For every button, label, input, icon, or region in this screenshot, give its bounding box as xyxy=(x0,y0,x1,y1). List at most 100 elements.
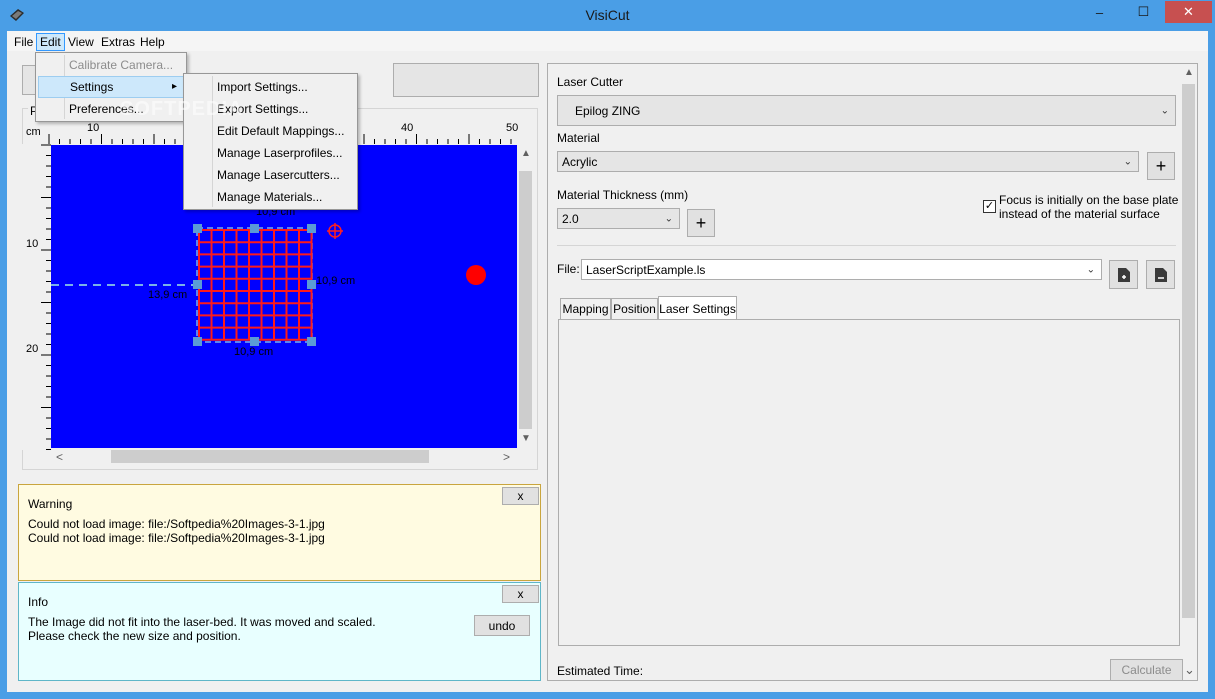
ruler-top-label: 50 xyxy=(506,122,519,134)
preview-vertical-scrollbar[interactable]: ▲ ▼ xyxy=(517,145,534,448)
menu-bar: File Edit View Extras Help xyxy=(7,31,1208,51)
file-label: File: xyxy=(557,262,580,276)
resize-handle-s[interactable] xyxy=(250,337,259,346)
calculate-button[interactable]: Calculate xyxy=(1110,659,1183,681)
ruler-top-label: 10 xyxy=(87,122,100,134)
laser-position-dot xyxy=(466,265,486,285)
selection-box xyxy=(196,227,313,343)
resize-handle-nw[interactable] xyxy=(193,224,202,233)
material-label: Material xyxy=(557,131,600,145)
warning-panel: Warning x Could not load image: file:/So… xyxy=(18,484,541,581)
scroll-thumb[interactable] xyxy=(1182,84,1195,618)
focus-label: instead of the material surface xyxy=(999,207,1160,221)
laser-settings-pane xyxy=(558,319,1180,646)
info-title: Info xyxy=(28,595,49,609)
remove-file-button[interactable] xyxy=(1146,260,1175,289)
menu-item-settings[interactable]: Settings ▸ xyxy=(38,76,184,98)
settings-submenu: Import Settings... Export Settings... Ed… xyxy=(183,73,358,210)
ruler-left-ticks xyxy=(41,144,51,450)
chevron-down-icon: ⌄ xyxy=(664,213,673,224)
watermark: SOFTPEDIA xyxy=(120,98,244,120)
warning-message: Could not load image: file:/Softpedia%20… xyxy=(28,531,325,545)
dimension-right: 10,9 cm xyxy=(316,275,356,287)
add-material-button[interactable]: + xyxy=(1147,152,1175,180)
warning-message: Could not load image: file:/Softpedia%20… xyxy=(28,517,325,531)
menu-item-manage-laserprofiles[interactable]: Manage Laserprofiles... xyxy=(186,142,342,164)
menu-help[interactable]: Help xyxy=(136,33,169,51)
window-border-bottom xyxy=(0,692,1215,699)
dimension-bottom: 10,9 cm xyxy=(234,346,274,358)
menu-view[interactable]: View xyxy=(64,33,98,51)
menu-extras[interactable]: Extras xyxy=(97,33,139,51)
resize-handle-w[interactable] xyxy=(193,280,202,289)
chevron-down-icon: ⌄ xyxy=(1160,105,1169,116)
title-bar: VisiCut – ☐ ✕ xyxy=(0,0,1215,31)
window-border-right xyxy=(1208,31,1215,699)
material-select[interactable]: Acrylic ⌄ xyxy=(557,151,1139,172)
maximize-button[interactable]: ☐ xyxy=(1122,1,1165,23)
thickness-select[interactable]: 2.0 ⌄ xyxy=(557,208,680,229)
menu-file[interactable]: File xyxy=(10,33,37,51)
scroll-down-icon[interactable]: ⌄ xyxy=(1184,662,1195,678)
menu-item-edit-default-mappings[interactable]: Edit Default Mappings... xyxy=(186,120,344,142)
resize-handle-sw[interactable] xyxy=(193,337,202,346)
ruler-left xyxy=(22,144,51,450)
estimated-time-label: Estimated Time: xyxy=(557,664,644,678)
target-icon xyxy=(327,223,343,239)
tab-position[interactable]: Position xyxy=(611,298,658,319)
menu-item-manage-lasercutters[interactable]: Manage Lasercutters... xyxy=(186,164,340,186)
scroll-thumb[interactable] xyxy=(111,450,429,463)
focus-checkbox[interactable]: ✓ xyxy=(983,200,996,213)
chevron-right-icon: ▸ xyxy=(171,81,177,92)
scroll-up-icon[interactable]: ▲ xyxy=(1184,67,1194,78)
tab-laser-settings[interactable]: Laser Settings xyxy=(658,296,737,320)
resize-handle-se[interactable] xyxy=(307,337,316,346)
scroll-down-icon[interactable]: ▼ xyxy=(521,433,531,444)
separator xyxy=(557,245,1176,246)
add-thickness-button[interactable]: + xyxy=(687,209,715,237)
warning-close-button[interactable]: x xyxy=(502,487,539,505)
laser-cutter-label: Laser Cutter xyxy=(557,75,624,89)
menu-item-import-settings[interactable]: Import Settings... xyxy=(186,76,308,98)
material-value: Acrylic xyxy=(562,154,598,169)
resize-handle-n[interactable] xyxy=(250,224,259,233)
window-title: VisiCut xyxy=(585,7,630,23)
scroll-up-icon[interactable]: ▲ xyxy=(521,148,531,159)
chevron-down-icon: ⌄ xyxy=(1086,264,1095,275)
preview-horizontal-scrollbar[interactable]: < > xyxy=(51,448,517,465)
window-border-left xyxy=(0,31,7,699)
laser-cutter-select[interactable]: Epilog ZING ⌄ xyxy=(557,95,1176,126)
new-file-button[interactable] xyxy=(1109,260,1138,289)
ruler-unit: cm xyxy=(26,126,41,138)
menu-item-manage-materials[interactable]: Manage Materials... xyxy=(186,186,322,208)
info-message: The Image did not fit into the laser-bed… xyxy=(28,615,376,629)
chevron-down-icon: ⌄ xyxy=(1123,156,1132,167)
info-panel: Info x The Image did not fit into the la… xyxy=(18,582,541,681)
minimize-button[interactable]: – xyxy=(1077,1,1122,23)
menu-edit[interactable]: Edit xyxy=(36,33,65,51)
focus-label: Focus is initially on the base plate xyxy=(999,193,1179,207)
info-message: Please check the new size and position. xyxy=(28,629,241,643)
dimension-left: 13,9 cm xyxy=(148,289,188,301)
warning-title: Warning xyxy=(28,497,73,511)
file-value: LaserScriptExample.ls xyxy=(586,262,706,277)
thickness-value: 2.0 xyxy=(562,211,579,226)
resize-handle-ne[interactable] xyxy=(307,224,316,233)
scroll-right-icon[interactable]: > xyxy=(503,450,510,464)
ruler-top-label: 40 xyxy=(401,122,414,134)
undo-button[interactable]: undo xyxy=(474,615,530,636)
new-file-icon xyxy=(1117,267,1130,282)
scroll-left-icon[interactable]: < xyxy=(56,450,63,464)
scroll-thumb[interactable] xyxy=(519,171,532,429)
close-button[interactable]: ✕ xyxy=(1165,1,1212,23)
laser-cutter-value: Epilog ZING xyxy=(575,103,641,118)
tab-mapping[interactable]: Mapping xyxy=(560,298,611,319)
ruler-left-label: 10 xyxy=(26,238,39,250)
settings-scrollbar[interactable]: ▲ ⌄ xyxy=(1180,64,1197,680)
thickness-label: Material Thickness (mm) xyxy=(557,188,689,202)
file-select[interactable]: LaserScriptExample.ls ⌄ xyxy=(581,259,1102,280)
remove-file-icon xyxy=(1154,267,1167,282)
toolbar-field[interactable] xyxy=(393,63,539,97)
resize-handle-e[interactable] xyxy=(307,280,316,289)
info-close-button[interactable]: x xyxy=(502,585,539,603)
